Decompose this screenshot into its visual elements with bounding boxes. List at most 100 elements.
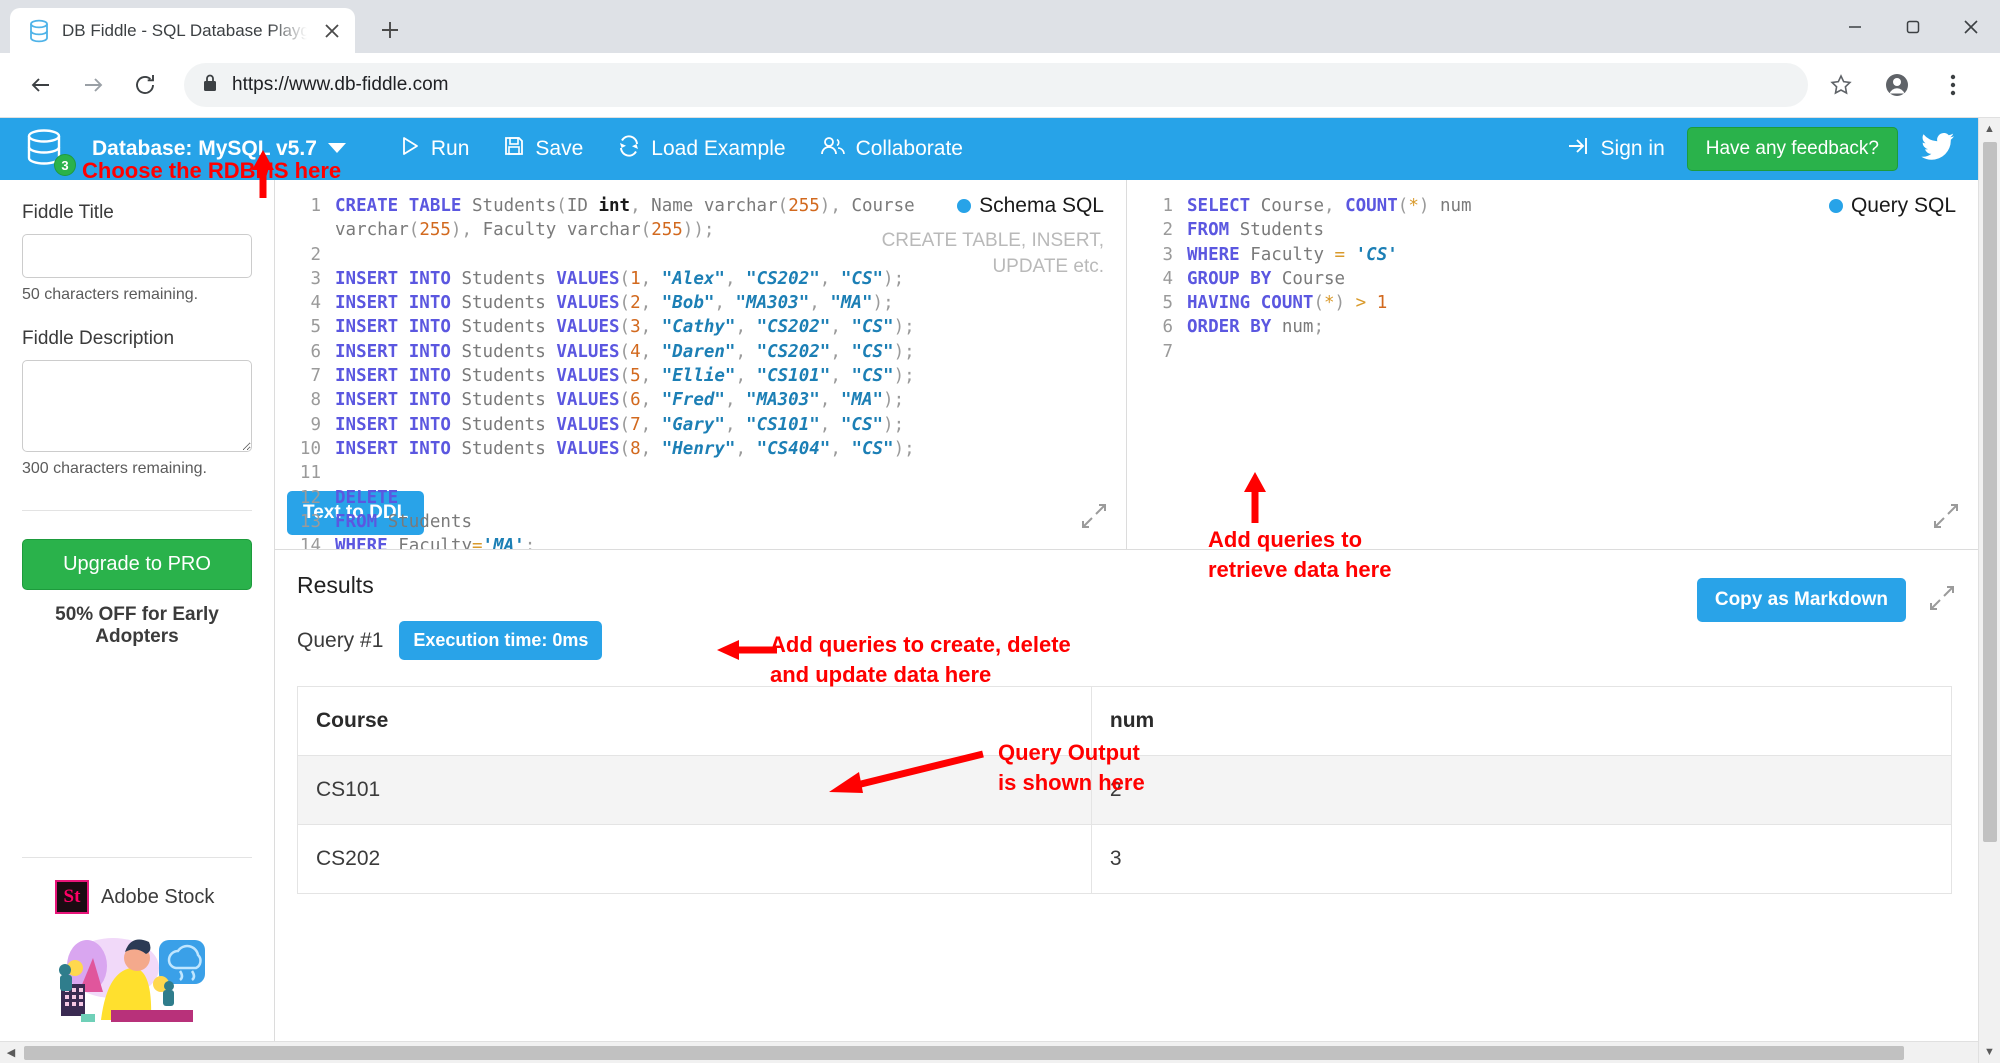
code-line: 5 INSERT INTO Students VALUES(3, "Cathy",… bbox=[287, 315, 1126, 339]
schema-sql-panel-label: Schema SQL bbox=[957, 194, 1104, 218]
line-number: 2 bbox=[310, 244, 321, 265]
line-number: 13 bbox=[299, 511, 321, 532]
fiddle-title-input[interactable] bbox=[22, 234, 252, 278]
upgrade-to-pro-button[interactable]: Upgrade to PRO bbox=[22, 539, 252, 590]
query-sql-editor[interactable]: Query SQL 1 SELECT Course, COUNT(*) num 2 F… bbox=[1126, 180, 1978, 549]
line-number: 1 bbox=[1162, 196, 1173, 216]
table-row: CS101 2 bbox=[297, 755, 1953, 825]
run-button[interactable]: Run bbox=[399, 135, 470, 163]
code-line: 3 WHERE Faculty = 'CS' bbox=[1139, 243, 1978, 267]
table-header-row: Course num bbox=[297, 686, 1953, 756]
line-number: 5 bbox=[310, 317, 321, 338]
minimize-icon[interactable] bbox=[1826, 0, 1884, 53]
database-selector-label: Database: MySQL v5.7 bbox=[92, 137, 317, 160]
fiddle-description-hint: 300 characters remaining. bbox=[22, 460, 207, 477]
code-line: 4 INSERT INTO Students VALUES(2, "Bob", "… bbox=[287, 291, 1126, 315]
horizontal-scrollbar[interactable]: ◀ bbox=[0, 1041, 1978, 1063]
navigation-bar: https://www.db-fiddle.com bbox=[0, 53, 2000, 118]
fiddle-description-input[interactable] bbox=[22, 360, 252, 452]
account-icon[interactable] bbox=[1874, 62, 1920, 108]
line-number: 12 bbox=[299, 487, 321, 508]
adobe-stock-brand-name: Adobe Stock bbox=[101, 885, 215, 908]
code-line: 7 INSERT INTO Students VALUES(5, "Ellie",… bbox=[287, 364, 1126, 388]
star-icon[interactable] bbox=[1818, 62, 1864, 108]
reload-icon[interactable] bbox=[122, 62, 168, 108]
table-header-cell-0: Course bbox=[297, 686, 1092, 756]
url-text: https://www.db-fiddle.com bbox=[232, 74, 449, 95]
toolbar-right: Sign in Have any feedback? bbox=[1567, 127, 1956, 171]
save-button[interactable]: Save bbox=[503, 135, 583, 163]
refresh-icon bbox=[617, 135, 641, 163]
collaborate-label: Collaborate bbox=[855, 137, 963, 160]
save-icon bbox=[503, 135, 525, 163]
line-number: 2 bbox=[1162, 220, 1173, 241]
expand-icon[interactable] bbox=[1932, 502, 1960, 535]
collaborate-button[interactable]: Collaborate bbox=[820, 135, 963, 163]
sign-in-button[interactable]: Sign in bbox=[1567, 135, 1665, 163]
feedback-button[interactable]: Have any feedback? bbox=[1686, 127, 1898, 171]
line-number: 14 bbox=[299, 536, 321, 549]
fiddle-title-hint: 50 characters remaining. bbox=[22, 286, 199, 303]
code-line: 6 INSERT INTO Students VALUES(4, "Daren",… bbox=[287, 340, 1126, 364]
browser-tab[interactable]: DB Fiddle - SQL Database Playground bbox=[10, 8, 355, 53]
query-sql-code[interactable]: 1 SELECT Course, COUNT(*) num 2 FROM Studen… bbox=[1127, 194, 1978, 364]
new-tab-button[interactable] bbox=[369, 9, 411, 51]
code-line: 11 bbox=[287, 461, 1126, 485]
database-icon: 3 bbox=[22, 124, 76, 176]
run-label: Run bbox=[430, 137, 470, 160]
horizontal-scroll-thumb[interactable] bbox=[24, 1045, 1904, 1060]
adobe-stock-logo-icon: St bbox=[55, 880, 89, 914]
schema-hint-line-1: CREATE TABLE, INSERT, bbox=[881, 230, 1104, 251]
line-number: 3 bbox=[1162, 244, 1173, 265]
address-bar[interactable]: https://www.db-fiddle.com bbox=[184, 63, 1808, 107]
twitter-icon[interactable] bbox=[1920, 132, 1956, 167]
database-selector[interactable]: Database: MySQL v5.7 bbox=[92, 137, 347, 161]
code-line: 9 INSERT INTO Students VALUES(7, "Gary", … bbox=[287, 413, 1126, 437]
scroll-down-arrow-icon[interactable]: ▼ bbox=[1979, 1041, 2000, 1063]
status-dot-icon bbox=[1828, 199, 1843, 213]
table-header-cell-1: num bbox=[1090, 686, 1953, 756]
arrow-left-icon[interactable] bbox=[18, 62, 64, 108]
database-icon bbox=[28, 19, 50, 43]
load-example-label: Load Example bbox=[651, 137, 786, 160]
scroll-up-arrow-icon[interactable]: ▲ bbox=[1979, 118, 2000, 140]
expand-icon[interactable] bbox=[1928, 584, 1956, 617]
schema-sql-panel-hint: CREATE TABLE, INSERT, UPDATE etc. bbox=[874, 228, 1104, 279]
table-cell: CS101 bbox=[297, 755, 1092, 825]
schema-sql-editor[interactable]: Schema SQL CREATE TABLE, INSERT, UPDATE … bbox=[275, 180, 1126, 549]
main-content: Schema SQL CREATE TABLE, INSERT, UPDATE … bbox=[275, 180, 1978, 1041]
arrow-right-icon[interactable] bbox=[70, 62, 116, 108]
execution-time-badge: Execution time: 0ms bbox=[399, 621, 603, 660]
kebab-menu-icon[interactable] bbox=[1930, 62, 1976, 108]
window-close-icon[interactable] bbox=[1942, 0, 2000, 53]
code-line: 6 ORDER BY num; bbox=[1139, 315, 1978, 339]
advertisement[interactable]: St Adobe Stock bbox=[22, 857, 252, 1027]
close-icon[interactable] bbox=[319, 18, 345, 44]
query-sql-panel-label: Query SQL bbox=[1828, 194, 1956, 218]
sidebar-divider bbox=[22, 510, 252, 511]
line-number: 3 bbox=[310, 268, 321, 289]
code-line: 10 INSERT INTO Students VALUES(8, "Henry"… bbox=[287, 437, 1126, 461]
app-toolbar: 3 Database: MySQL v5.7 Run Save Load Exa… bbox=[0, 118, 1978, 180]
vertical-scroll-thumb[interactable] bbox=[1982, 142, 1997, 842]
chevron-down-icon bbox=[327, 137, 347, 161]
tab-title: DB Fiddle - SQL Database Playground bbox=[62, 20, 307, 40]
code-line: 13 FROM Students bbox=[287, 510, 1126, 534]
maximize-icon[interactable] bbox=[1884, 0, 1942, 53]
query-sql-label-text: Query SQL bbox=[1850, 194, 1956, 217]
table-cell: 2 bbox=[1090, 755, 1953, 825]
line-number: 11 bbox=[299, 463, 321, 484]
copy-as-markdown-button[interactable]: Copy as Markdown bbox=[1696, 578, 1906, 622]
scroll-left-arrow-icon[interactable]: ◀ bbox=[0, 1042, 22, 1063]
query-number-label: Query #1 bbox=[297, 628, 384, 652]
code-line: 14 WHERE Faculty='MA'; bbox=[287, 534, 1126, 549]
load-example-button[interactable]: Load Example bbox=[617, 135, 786, 163]
query-status-row: Query #1 Execution time: 0ms bbox=[297, 621, 1952, 660]
vertical-scrollbar[interactable]: ▲ ▼ bbox=[1978, 118, 2000, 1063]
line-number: 8 bbox=[310, 390, 321, 411]
line-number: 9 bbox=[310, 414, 321, 435]
people-icon bbox=[820, 135, 846, 163]
code-line: 7 bbox=[1139, 340, 1978, 364]
code-line: 8 INSERT INTO Students VALUES(6, "Fred", … bbox=[287, 388, 1126, 412]
results-panel: Results Query #1 Execution time: 0ms Cop… bbox=[275, 550, 1978, 1041]
